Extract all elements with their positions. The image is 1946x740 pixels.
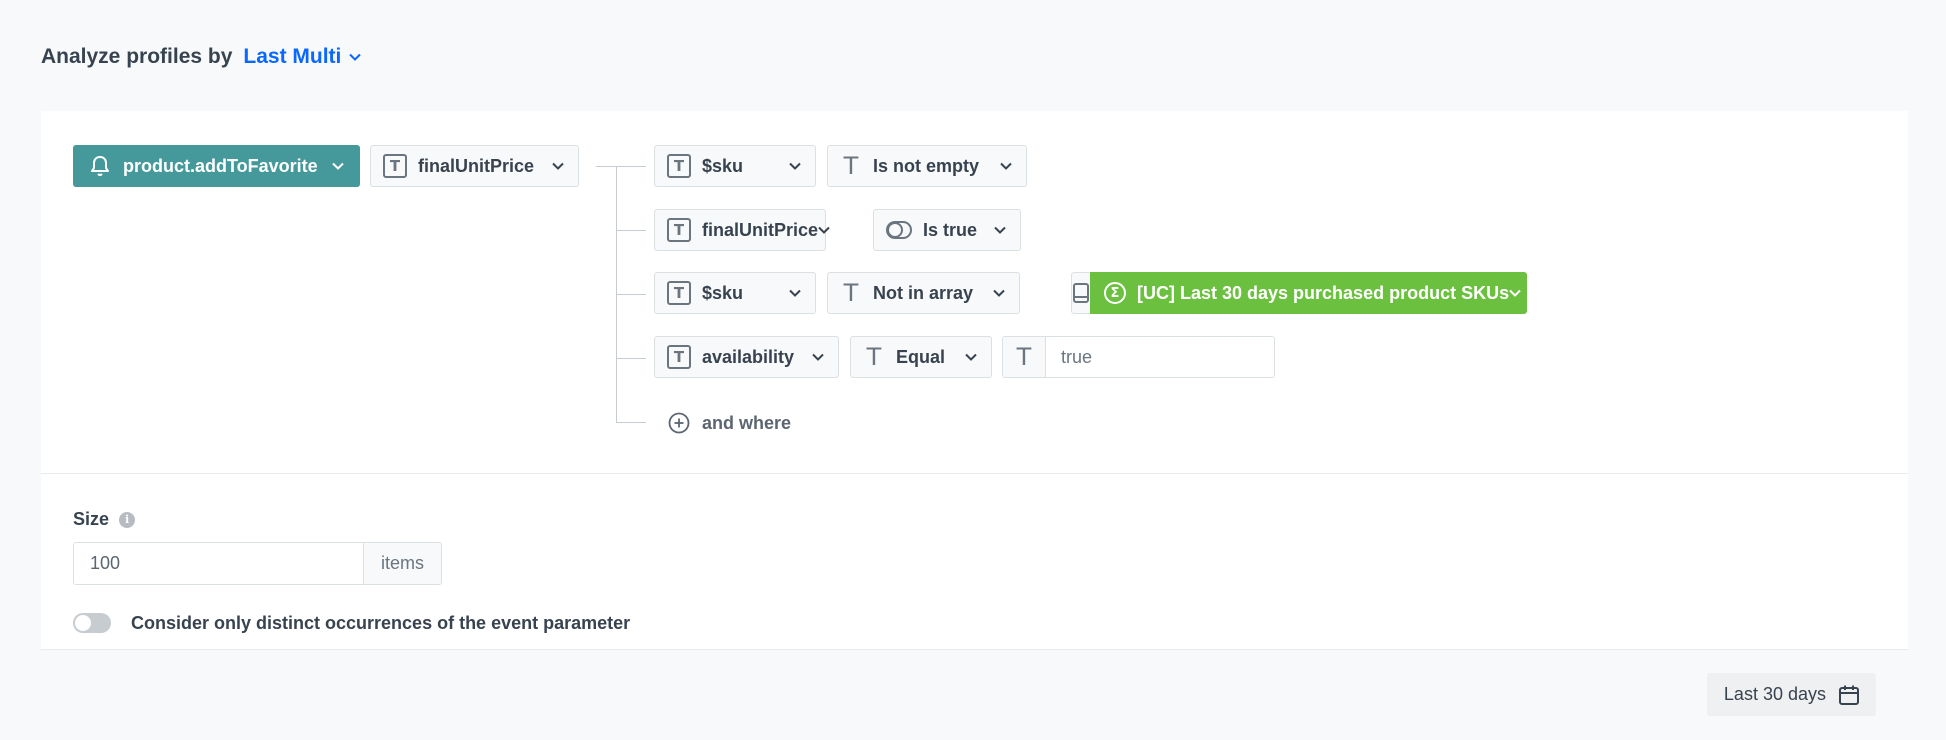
text-type-icon: T (1016, 343, 1032, 371)
chevron-down-icon (994, 226, 1006, 234)
filter-attribute-selector[interactable]: T finalUnitPrice (654, 209, 830, 251)
date-range-label: Last 30 days (1723, 684, 1826, 704)
filter-attribute-selector[interactable]: T $sku (654, 272, 816, 314)
page-header: Analyze profiles by Last Multi (41, 40, 362, 74)
text-type-icon: T (667, 345, 691, 369)
filter-operator-label: Is true (923, 219, 978, 240)
add-condition-button[interactable]: and where (668, 408, 791, 438)
event-parameter-label: finalUnitPrice (418, 155, 535, 176)
analysis-card: product.addToFavorite T finalUnitPrice T… (41, 111, 1908, 740)
chevron-down-icon (812, 353, 824, 361)
date-range-button[interactable]: Last 30 days (1706, 673, 1876, 716)
filter-attribute-selector[interactable]: T $sku (654, 145, 816, 187)
filter-section: product.addToFavorite T finalUnitPrice T… (41, 111, 1908, 474)
analyze-by-value: Last Multi (243, 45, 342, 68)
aggregate-value[interactable]: Σ [UC] Last 30 days purchased product SK… (1090, 272, 1527, 314)
tree-connector (616, 166, 646, 167)
chevron-down-icon (1000, 162, 1012, 170)
info-icon[interactable]: i (119, 511, 136, 528)
size-field: 100 items (73, 542, 442, 585)
add-condition-label: and where (702, 412, 792, 433)
text-operator-icon: T (866, 343, 882, 371)
size-heading: Size i (73, 509, 136, 530)
filter-operator-label: Equal (896, 346, 946, 367)
text-type-icon: T (383, 154, 407, 178)
size-label: Size (73, 509, 110, 529)
text-operator-icon: T (843, 152, 859, 180)
divider (41, 473, 1908, 474)
chevron-down-icon (818, 226, 830, 234)
filter-attribute-label: $sku (702, 155, 744, 176)
filter-attribute-selector[interactable]: T availability (654, 336, 839, 378)
calendar-icon (1839, 685, 1859, 705)
catalog-book-icon[interactable] (1071, 272, 1090, 314)
filter-operator-selector[interactable]: T Is not empty (827, 145, 1027, 187)
chevron-down-icon (332, 162, 344, 170)
filter-operator-selector[interactable]: T Equal (850, 336, 992, 378)
chevron-down-icon (789, 162, 801, 170)
size-unit: items (364, 543, 441, 584)
plus-circle-icon (668, 412, 690, 434)
filter-operator-label: Not in array (873, 282, 974, 303)
chevron-down-icon (965, 353, 977, 361)
sigma-icon: Σ (1104, 282, 1126, 304)
page-title: Analyze profiles by (41, 45, 233, 68)
distinct-toggle-row: Consider only distinct occurrences of th… (73, 611, 630, 635)
event-parameter-selector[interactable]: T finalUnitPrice (370, 145, 579, 187)
filter-operator-selector[interactable]: Is true (873, 209, 1021, 251)
distinct-toggle[interactable] (73, 613, 111, 633)
text-type-icon: T (667, 218, 691, 242)
filter-attribute-label: $sku (702, 282, 744, 303)
filter-value-input[interactable]: true (1046, 337, 1274, 377)
tree-connector (616, 358, 646, 359)
distinct-toggle-label: Consider only distinct occurrences of th… (131, 612, 631, 633)
boolean-toggle-icon (886, 221, 912, 239)
tree-connector (616, 422, 646, 423)
text-type-icon: T (667, 281, 691, 305)
chevron-down-icon (552, 162, 564, 170)
tree-connector (616, 230, 646, 231)
chevron-down-icon (789, 289, 801, 297)
card-footer: Last 30 days (41, 649, 1908, 740)
aggregate-selector[interactable]: Σ [UC] Last 30 days purchased product SK… (1071, 272, 1527, 314)
tree-connector (616, 294, 646, 295)
chevron-down-icon (993, 289, 1005, 297)
event-name: product.addToFavorite (123, 155, 318, 176)
size-input[interactable]: 100 (74, 543, 364, 584)
aggregate-label: [UC] Last 30 days purchased product SKUs (1137, 282, 1510, 303)
filter-value-field: T true (1002, 336, 1275, 378)
chevron-down-icon (1509, 289, 1521, 297)
filter-operator-label: Is not empty (873, 155, 980, 176)
filter-attribute-label: finalUnitPrice (702, 219, 819, 240)
toggle-knob (75, 615, 91, 631)
value-type-selector[interactable]: T (1003, 337, 1046, 377)
chevron-down-icon (349, 53, 362, 61)
filter-operator-selector[interactable]: T Not in array (827, 272, 1020, 314)
filter-attribute-label: availability (702, 346, 795, 367)
text-type-icon: T (667, 154, 691, 178)
event-selector[interactable]: product.addToFavorite (73, 145, 360, 187)
bell-icon (91, 156, 109, 176)
page: Analyze profiles by Last Multi product.a… (0, 0, 1946, 740)
text-operator-icon: T (843, 279, 859, 307)
analyze-by-dropdown[interactable]: Last Multi (243, 45, 362, 69)
